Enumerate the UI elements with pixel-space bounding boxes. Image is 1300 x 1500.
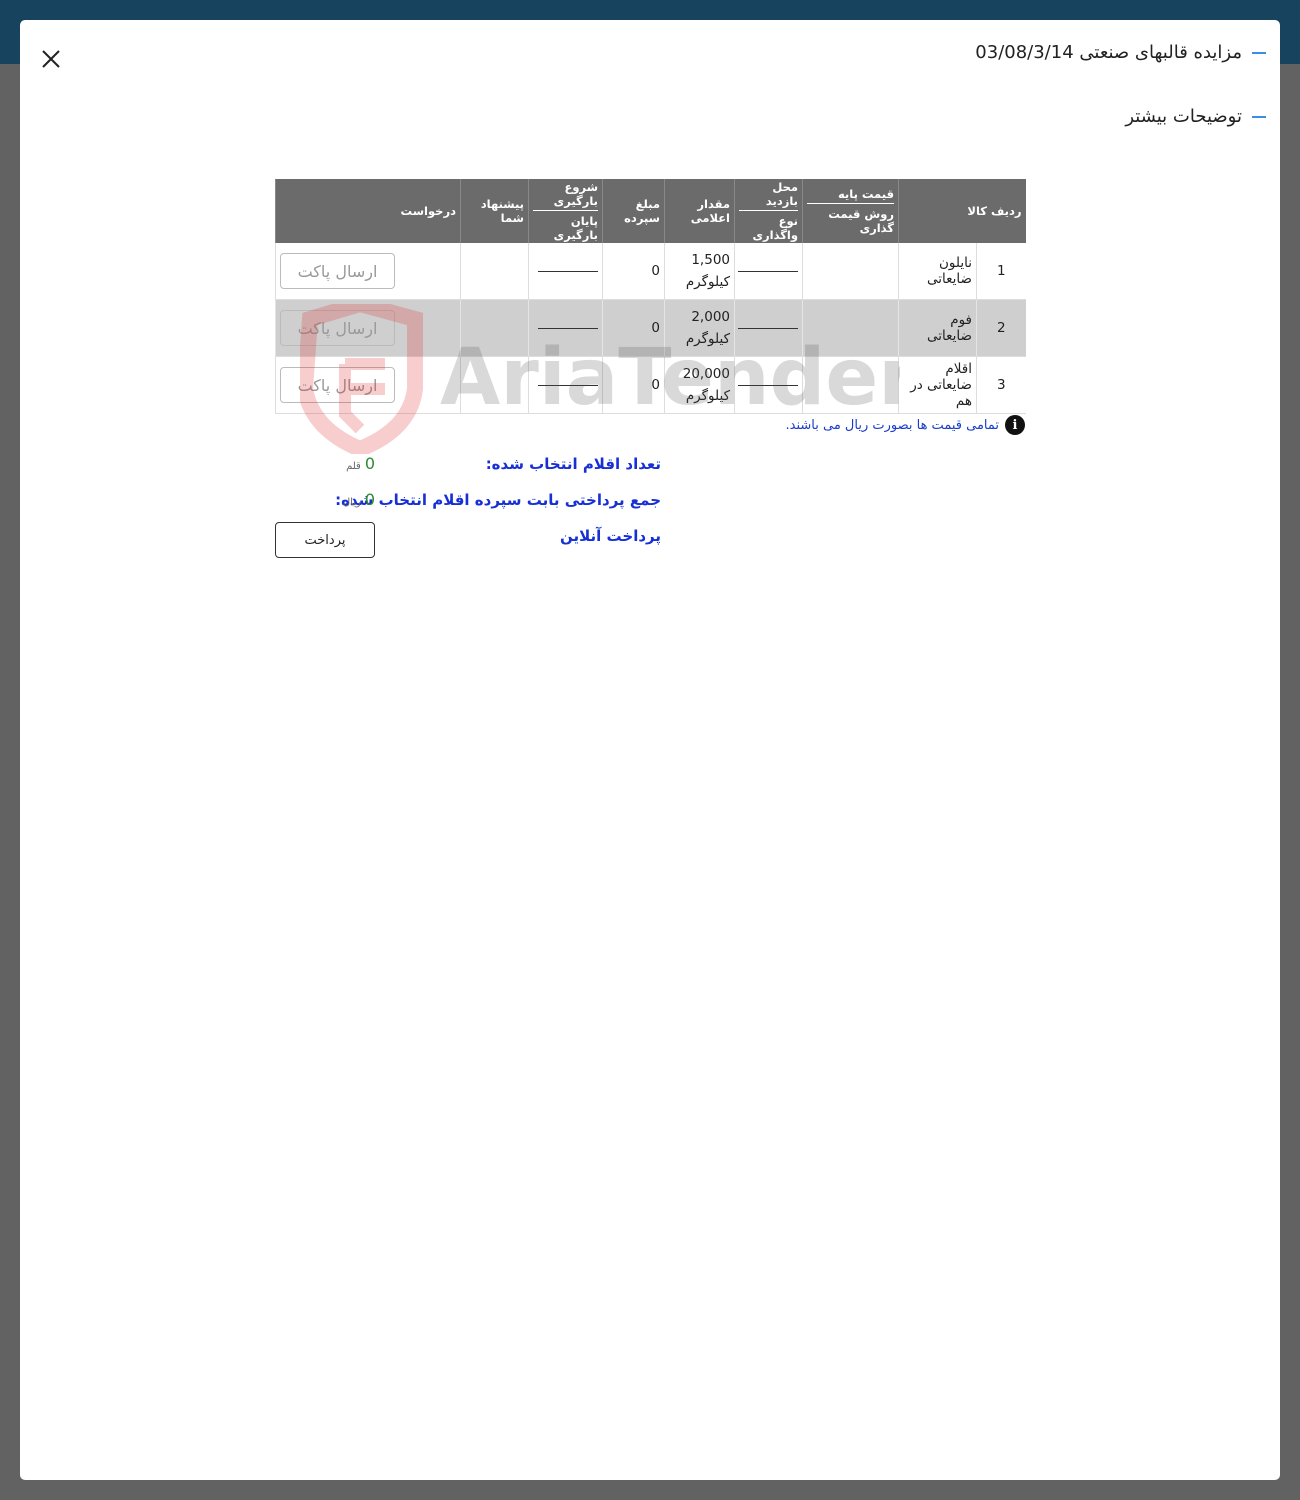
header-your-offer: پیشنهاد شما <box>460 179 529 243</box>
info-icon: i <box>1005 415 1025 435</box>
row-number: 1 <box>976 243 1026 300</box>
row-deposit: 0 <box>602 356 665 414</box>
selected-count-label: تعداد اقلام انتخاب شده: <box>485 455 661 473</box>
row-qty-unit: کیلوگرم <box>685 274 730 290</box>
table-row: 1 نایلون ضایعاتی 1,500 کیلوگرم 0 ارسال پ… <box>275 243 1026 300</box>
row-visit <box>734 243 803 300</box>
row-number: 3 <box>976 356 1026 414</box>
deposit-sum-number: 0 <box>364 490 375 509</box>
header-load-end: پایان بارگیری <box>553 214 598 242</box>
header-load-start: شروع بارگیری <box>533 180 598 211</box>
row-qty: 2,000 کیلوگرم <box>664 299 735 357</box>
header-request: درخواست <box>275 179 461 243</box>
header-visit-place: محل بازدید <box>739 180 798 211</box>
pay-button[interactable]: پرداخت <box>275 522 375 558</box>
row-qty-value: 2,000 <box>691 309 730 325</box>
deposit-sum-value: 0 ریال <box>343 490 375 509</box>
more-info-text: توضیحات بیشتر <box>1125 106 1242 127</box>
deposit-sum-label: جمع پرداختی بابت سپرده اقلام انتخاب شده: <box>335 491 661 509</box>
items-table: ردیف کالا قیمت پایه روش قیمت گذاری محل ب… <box>275 179 1026 414</box>
row-item: نایلون ضایعاتی <box>897 243 977 300</box>
auction-modal: مزایده قالبهای صنعتی 03/08/3/14 توضیحات … <box>20 20 1280 1480</box>
header-pricing-method: روش قیمت گذاری <box>828 207 894 235</box>
send-envelope-button[interactable]: ارسال پاکت <box>280 253 395 289</box>
close-icon[interactable] <box>40 48 62 70</box>
collapse-dash-icon <box>1252 51 1266 54</box>
currency-note: i تمامی قیمت ها بصورت ریال می باشند. <box>785 415 1025 435</box>
row-deposit: 0 <box>602 299 665 357</box>
row-offer <box>460 299 529 357</box>
row-loading <box>528 299 603 357</box>
modal-title[interactable]: مزایده قالبهای صنعتی 03/08/3/14 <box>975 42 1266 63</box>
row-request: ارسال پاکت <box>275 356 461 414</box>
deposit-sum-unit: ریال <box>342 497 361 508</box>
row-qty-unit: کیلوگرم <box>685 331 730 347</box>
row-loading <box>528 243 603 300</box>
header-assign-type: نوع واگذاری <box>752 214 798 242</box>
row-qty-value: 20,000 <box>682 366 730 382</box>
selected-count-value: 0 قلم <box>346 454 375 473</box>
header-row-no: ردیف <box>990 204 1022 218</box>
header-declared-qty: مقدار اعلامی <box>664 179 735 243</box>
table-row: 3 اقلام ضایعاتی در هم 20,000 کیلوگرم 0 ا… <box>275 356 1026 414</box>
row-item: فوم ضایعاتی <box>897 299 977 357</box>
header-row-item: ردیف کالا <box>897 179 1026 243</box>
row-qty: 1,500 کیلوگرم <box>664 243 735 300</box>
selected-count-unit: قلم <box>346 461 361 472</box>
row-request: ارسال پاکت <box>275 299 461 357</box>
more-info-toggle[interactable]: توضیحات بیشتر <box>1125 106 1266 127</box>
row-item: اقلام ضایعاتی در هم <box>897 356 977 414</box>
row-deposit: 0 <box>602 243 665 300</box>
header-visit: محل بازدید نوع واگذاری <box>734 179 803 243</box>
online-payment-label: پرداخت آنلاین <box>559 527 661 545</box>
items-table-wrapper: ردیف کالا قیمت پایه روش قیمت گذاری محل ب… <box>275 179 1026 414</box>
row-base-price <box>802 356 899 414</box>
row-visit <box>734 356 803 414</box>
header-loading: شروع بارگیری پایان بارگیری <box>528 179 603 243</box>
row-offer <box>460 356 529 414</box>
modal-title-text: مزایده قالبهای صنعتی 03/08/3/14 <box>975 42 1242 63</box>
row-qty: 20,000 کیلوگرم <box>664 356 735 414</box>
row-qty-value: 1,500 <box>691 252 730 268</box>
collapse-dash-icon <box>1252 115 1266 118</box>
header-deposit: مبلغ سپرده <box>602 179 665 243</box>
selected-count-number: 0 <box>364 454 375 473</box>
row-request: ارسال پاکت <box>275 243 461 300</box>
table-row: 2 فوم ضایعاتی 2,000 کیلوگرم 0 ارسال پاکت <box>275 299 1026 357</box>
row-loading <box>528 356 603 414</box>
send-envelope-button[interactable]: ارسال پاکت <box>280 367 395 403</box>
row-qty-unit: کیلوگرم <box>685 388 730 404</box>
row-visit <box>734 299 803 357</box>
table-header-row: ردیف کالا قیمت پایه روش قیمت گذاری محل ب… <box>275 179 1026 243</box>
row-number: 2 <box>976 299 1026 357</box>
row-offer <box>460 243 529 300</box>
header-item: کالا <box>967 204 987 218</box>
row-base-price <box>802 299 899 357</box>
header-price: قیمت پایه روش قیمت گذاری <box>802 179 899 243</box>
header-base-price: قیمت پایه <box>807 187 894 204</box>
send-envelope-button[interactable]: ارسال پاکت <box>280 310 395 346</box>
row-base-price <box>802 243 899 300</box>
currency-note-text: تمامی قیمت ها بصورت ریال می باشند. <box>785 417 1000 433</box>
